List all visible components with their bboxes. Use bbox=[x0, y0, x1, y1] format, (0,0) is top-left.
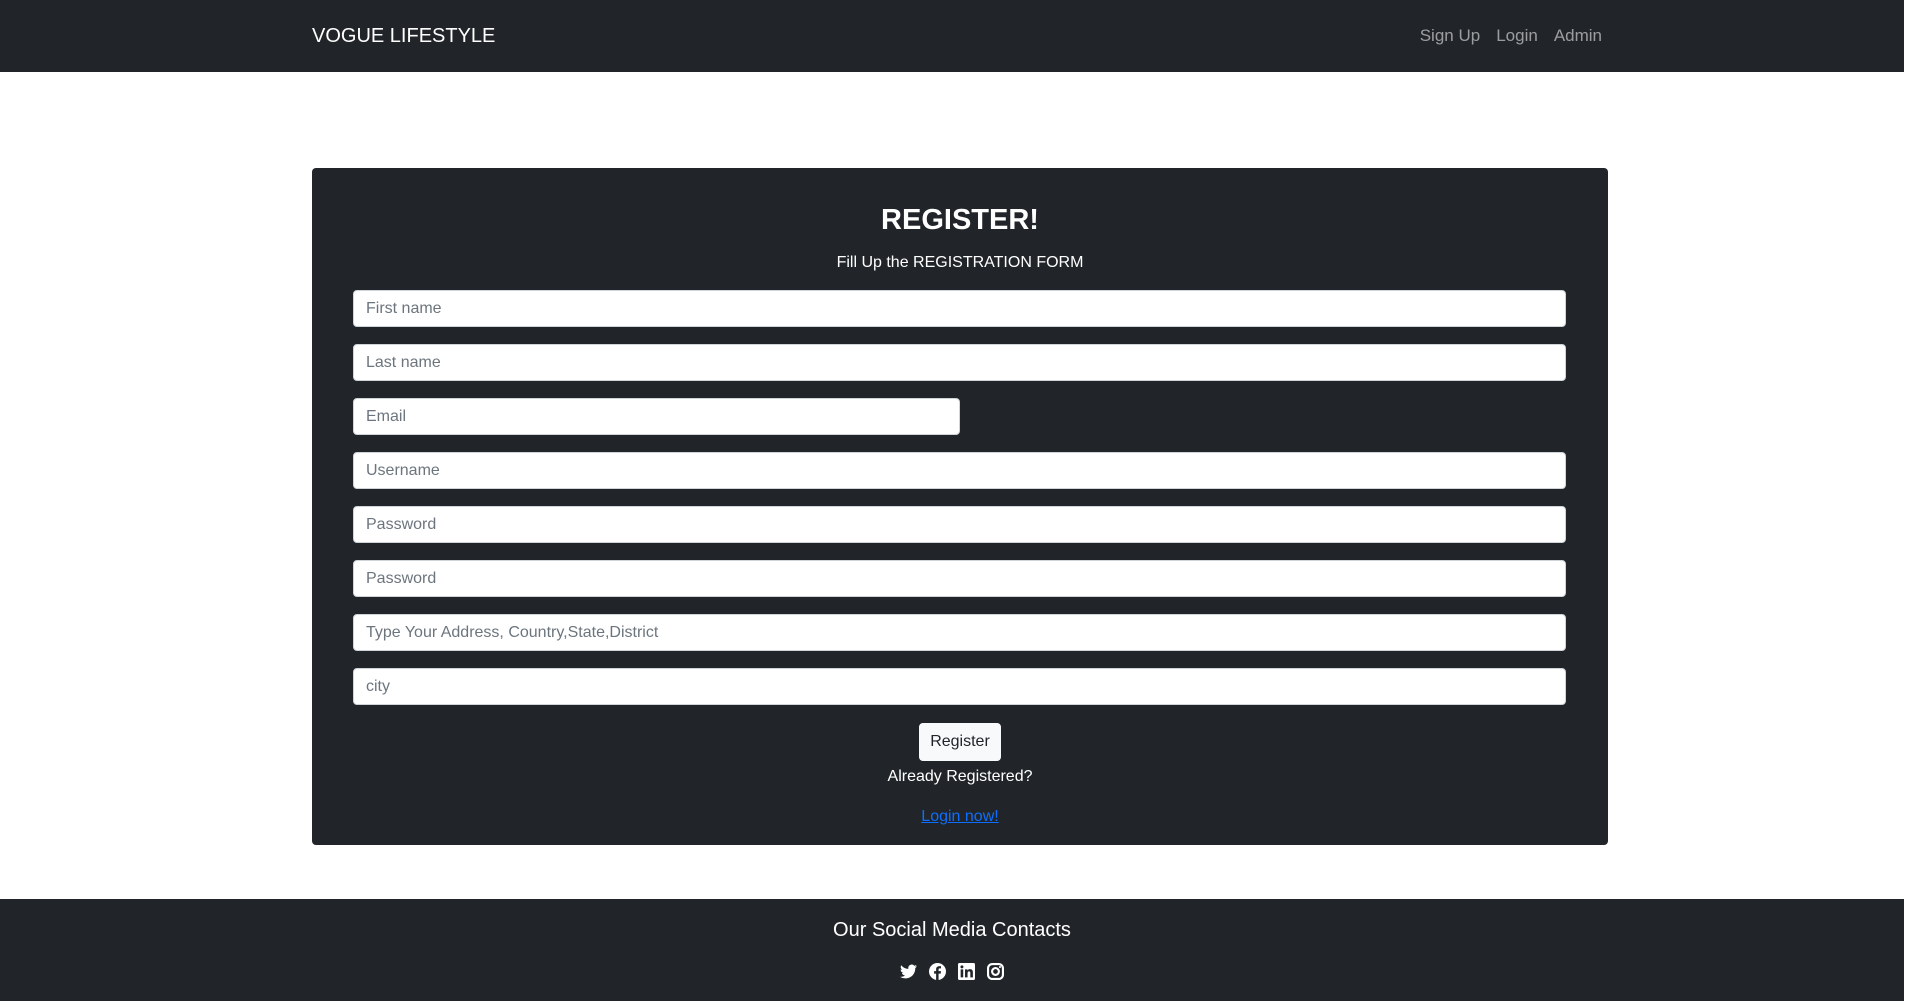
address-input[interactable] bbox=[353, 614, 1566, 651]
city-input[interactable] bbox=[353, 668, 1566, 705]
nav-admin-link[interactable]: Admin bbox=[1554, 24, 1602, 48]
already-registered-text: Already Registered? bbox=[887, 768, 1033, 785]
last-name-input[interactable] bbox=[353, 344, 1566, 381]
top-navbar: VOGUE LIFESTYLE Sign Up Login Admin bbox=[0, 0, 1920, 72]
social-icons bbox=[0, 963, 1904, 980]
login-now-container: Login now! bbox=[312, 807, 1608, 827]
email-input[interactable] bbox=[353, 398, 960, 435]
footer: Our Social Media Contacts bbox=[0, 899, 1904, 1001]
nav-links: Sign Up Login Admin bbox=[1420, 24, 1602, 48]
registration-card: REGISTER! Fill Up the REGISTRATION FORM … bbox=[312, 168, 1608, 845]
page-scrollbar[interactable] bbox=[1904, 0, 1920, 1001]
footer-title: Our Social Media Contacts bbox=[833, 919, 1071, 941]
nav-login-link[interactable]: Login bbox=[1496, 24, 1538, 48]
username-input[interactable] bbox=[353, 452, 1566, 489]
register-button[interactable]: Register bbox=[919, 723, 1001, 761]
twitter-icon[interactable] bbox=[900, 963, 917, 980]
form-subtitle: Fill Up the REGISTRATION FORM bbox=[836, 254, 1084, 271]
login-now-link[interactable]: Login now! bbox=[921, 808, 998, 825]
brand-logo[interactable]: VOGUE LIFESTYLE bbox=[312, 24, 495, 48]
first-name-input[interactable] bbox=[353, 290, 1566, 327]
instagram-icon[interactable] bbox=[987, 963, 1004, 980]
linkedin-icon[interactable] bbox=[958, 963, 975, 980]
nav-signup-link[interactable]: Sign Up bbox=[1420, 24, 1480, 48]
confirm-password-input[interactable] bbox=[353, 560, 1566, 597]
password-input[interactable] bbox=[353, 506, 1566, 543]
form-title: REGISTER! bbox=[881, 204, 1039, 236]
facebook-icon[interactable] bbox=[929, 963, 946, 980]
